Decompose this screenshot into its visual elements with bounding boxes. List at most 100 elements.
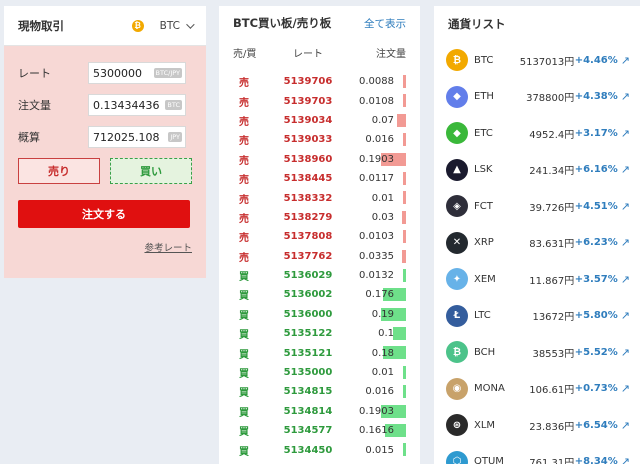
order-quantity: 0.01: [371, 192, 394, 204]
currency-row[interactable]: ◆ ETC 4952.4円 +3.17% ↗: [434, 115, 640, 152]
order-side-label: 売: [239, 213, 249, 225]
trade-form: レート 5300000 BTC/JPY 注文量 0.13434436 BTC 概…: [4, 46, 206, 278]
order-side-label: 売: [239, 136, 249, 148]
currency-row[interactable]: ◆ ETH 378800円 +4.38% ↗: [434, 79, 640, 116]
trend-up-icon: ↗: [620, 90, 630, 104]
order-side-label: 売: [239, 155, 249, 167]
buy-order-row[interactable]: 買 5135121 0.18: [219, 343, 420, 362]
order-side-label: 買: [239, 407, 249, 419]
sell-button[interactable]: 売り: [18, 158, 100, 184]
buy-button[interactable]: 買い: [110, 158, 192, 184]
monacoin-icon: ◉: [446, 377, 468, 400]
order-rate: 5134815: [283, 386, 333, 398]
buy-order-row[interactable]: 買 5135122 0.1: [219, 324, 420, 343]
currency-price: 5137013円: [519, 56, 575, 68]
currency-price: 761.31円: [529, 458, 575, 464]
order-rate: 5135122: [283, 328, 333, 340]
bitcoin-icon: ₿: [446, 49, 468, 72]
buy-order-row[interactable]: 買 5134815 0.016: [219, 382, 420, 401]
bitcoin-icon: ₿: [131, 19, 144, 32]
order-side-label: 売: [239, 78, 249, 90]
currency-row[interactable]: ✦ XEM 11.867円 +3.57% ↗: [434, 261, 640, 298]
qtum-icon: ⬡: [446, 450, 468, 464]
trade-header: 現物取引 ₿ BTC: [4, 6, 206, 46]
sell-order-row[interactable]: 売 5139703 0.0108: [219, 91, 420, 110]
ethereum-classic-icon: ◆: [446, 122, 468, 145]
currency-row[interactable]: ⬡ QTUM 761.31円 +8.34% ↗: [434, 444, 640, 464]
estimate-input[interactable]: 712025.108 JPY: [88, 126, 186, 148]
order-rate: 5135000: [283, 367, 333, 379]
currency-row[interactable]: ◈ FCT 39.726円 +4.51% ↗: [434, 188, 640, 225]
trend-up-icon: ↗: [620, 309, 630, 323]
sell-order-row[interactable]: 売 5137762 0.0335: [219, 247, 420, 266]
order-side-label: 買: [239, 310, 249, 322]
currency-change: +4.51%: [574, 200, 618, 212]
coin-dropdown[interactable]: ₿ BTC: [131, 19, 195, 32]
reference-rate-link[interactable]: 参考レート: [18, 240, 192, 254]
buy-order-row[interactable]: 買 5134450 0.015: [219, 440, 420, 459]
estimate-value: 712025.108: [93, 130, 160, 144]
orderbook-rows: 売 5139706 0.0088 売 5139703 0.0108 売 5139034 0.07…: [219, 64, 420, 460]
currency-row[interactable]: ⊛ XLM 23.836円 +6.54% ↗: [434, 407, 640, 444]
amount-row: 注文量 0.13434436 BTC: [18, 94, 192, 116]
currency-row[interactable]: Ł LTC 13672円 +5.80% ↗: [434, 298, 640, 335]
rate-input[interactable]: 5300000 BTC/JPY: [88, 62, 186, 84]
order-rate: 5138960: [283, 153, 333, 165]
order-rate: 5136029: [283, 270, 333, 282]
buy-order-row[interactable]: 買 5136000 0.19: [219, 305, 420, 324]
currency-change: +5.52%: [574, 346, 618, 358]
currency-symbol: MONA: [474, 383, 505, 395]
buy-order-row[interactable]: 買 5136002 0.176: [219, 285, 420, 304]
currency-symbol: LSK: [474, 164, 493, 176]
buy-order-row[interactable]: 買 5134814 0.1903: [219, 402, 420, 421]
show-all-link[interactable]: 全て表示: [364, 16, 406, 31]
currency-change: +6.54%: [574, 419, 618, 431]
currency-list-panel: 通貨リスト ₿ BTC 5137013円 +4.46% ↗ ◆ ETH 378800円 +4.3…: [434, 6, 640, 464]
amount-input[interactable]: 0.13434436 BTC: [88, 94, 186, 116]
place-order-button[interactable]: 注文する: [18, 200, 190, 228]
amount-value: 0.13434436: [93, 98, 160, 112]
order-side-label: 売: [239, 194, 249, 206]
order-side-label: 売: [239, 97, 249, 109]
buy-order-row[interactable]: 買 5136029 0.0132: [219, 266, 420, 285]
buy-order-row[interactable]: 買 5135000 0.01: [219, 363, 420, 382]
order-quantity: 0.1903: [359, 153, 394, 165]
stellar-icon: ⊛: [446, 414, 468, 437]
trend-up-icon: ↗: [620, 345, 630, 359]
sell-order-row[interactable]: 売 5139033 0.016: [219, 130, 420, 149]
currency-change: +3.57%: [574, 273, 618, 285]
currency-symbol: LTC: [474, 310, 491, 322]
currency-row[interactable]: ✕ XRP 83.631円 +6.23% ↗: [434, 225, 640, 262]
order-side-label: 買: [239, 369, 249, 381]
sell-order-row[interactable]: 売 5139706 0.0088: [219, 72, 420, 91]
order-side-label: 買: [239, 272, 249, 284]
currency-symbol: FCT: [474, 200, 493, 212]
order-quantity: 0.03: [371, 211, 394, 223]
buy-order-row[interactable]: 買 5134577 0.1616: [219, 421, 420, 440]
order-quantity: 0.19: [371, 308, 394, 320]
sell-order-row[interactable]: 売 5138279 0.03: [219, 208, 420, 227]
sell-order-row[interactable]: 売 5138960 0.1903: [219, 150, 420, 169]
currency-row[interactable]: ₿ BTC 5137013円 +4.46% ↗: [434, 42, 640, 79]
currency-price: 241.34円: [529, 166, 575, 178]
order-side-label: 買: [239, 349, 249, 361]
order-quantity: 0.01: [371, 367, 394, 379]
sell-order-row[interactable]: 売 5138445 0.0117: [219, 169, 420, 188]
order-side-label: 売: [239, 233, 249, 245]
currency-change: +6.16%: [574, 164, 618, 176]
currency-row[interactable]: ₿ BCH 38553円 +5.52% ↗: [434, 334, 640, 371]
trend-up-icon: ↗: [620, 272, 630, 286]
order-rate: 5139033: [283, 134, 333, 146]
order-rate: 5138332: [283, 192, 333, 204]
currency-row[interactable]: ◉ MONA 106.61円 +0.73% ↗: [434, 371, 640, 408]
column-rate: レート: [293, 48, 323, 60]
column-side: 売/買: [233, 48, 257, 60]
order-quantity: 0.0108: [359, 95, 394, 107]
sell-order-row[interactable]: 売 5137808 0.0103: [219, 227, 420, 246]
sell-order-row[interactable]: 売 5139034 0.07: [219, 111, 420, 130]
sell-order-row[interactable]: 売 5138332 0.01: [219, 188, 420, 207]
currency-row[interactable]: ▲ LSK 241.34円 +6.16% ↗: [434, 152, 640, 189]
order-rate: 5135121: [283, 347, 333, 359]
order-side-label: 買: [239, 388, 249, 400]
order-rate: 5138279: [283, 211, 333, 223]
